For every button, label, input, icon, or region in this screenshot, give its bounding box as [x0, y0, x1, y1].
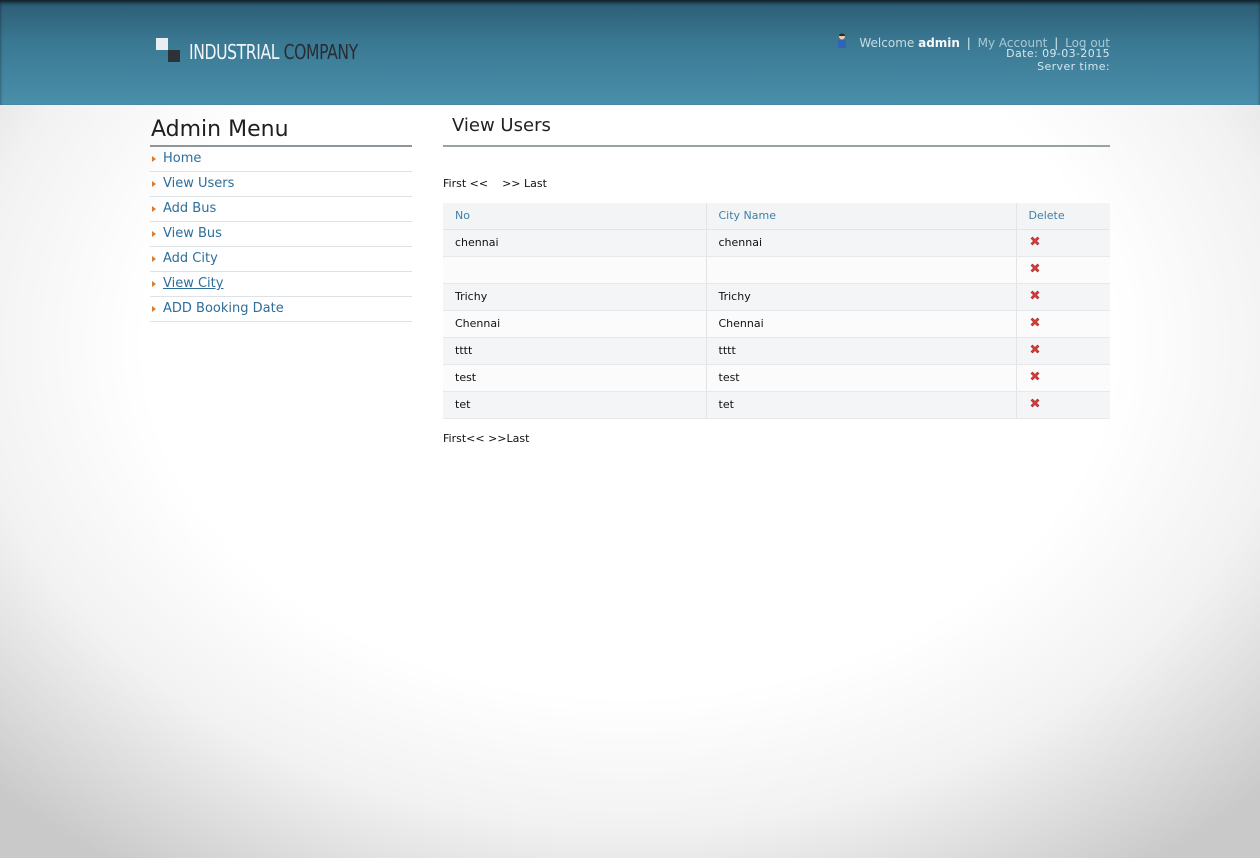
- admin-menu: Home View Users Add Bus View Bus Add Cit…: [150, 147, 412, 322]
- cell-delete: [1016, 283, 1110, 311]
- column-header-city-name[interactable]: City Name: [706, 203, 1017, 230]
- cell-delete: [1016, 256, 1110, 284]
- column-header-no[interactable]: No: [443, 203, 707, 230]
- main-content: View Users First << >> Last No City Name …: [443, 115, 1110, 445]
- sidebar-item-add-booking-date: ADD Booking Date: [150, 297, 412, 322]
- cell-no: [443, 256, 707, 284]
- sidebar-link-add-booking-date[interactable]: ADD Booking Date: [163, 301, 284, 316]
- sidebar-link-add-city[interactable]: Add City: [163, 251, 218, 266]
- header-banner: INDUSTRIAL COMPANY Welcome admin | My Ac…: [0, 0, 1260, 105]
- cell-city-name: [706, 256, 1017, 284]
- pager-top: First << >> Last: [443, 177, 547, 190]
- delete-icon[interactable]: [1029, 370, 1041, 382]
- welcome-label: Welcome: [859, 36, 915, 50]
- cell-city-name: Chennai: [706, 310, 1017, 338]
- server-time-label: Server time:: [1037, 60, 1110, 73]
- sidebar-item-view-city: View City: [150, 272, 412, 297]
- arrow-right-icon: [152, 231, 156, 237]
- arrow-right-icon: [152, 181, 156, 187]
- logo-text: INDUSTRIAL COMPANY: [189, 40, 358, 64]
- pager-bottom: First<< >>Last: [443, 432, 529, 445]
- table-row: [443, 256, 1110, 284]
- logo-mark-icon: [154, 38, 182, 64]
- sidebar-item-add-bus: Add Bus: [150, 197, 412, 222]
- sidebar-item-home: Home: [150, 147, 412, 172]
- sidebar-link-view-city[interactable]: View City: [163, 276, 223, 291]
- cell-delete: [1016, 310, 1110, 338]
- sidebar-title: Admin Menu: [150, 117, 412, 147]
- page-title: View Users: [443, 115, 1110, 147]
- pager-last-link[interactable]: >>Last: [488, 432, 529, 445]
- cell-no: tttt: [443, 337, 707, 365]
- date-label: Date: 09-03-2015: [1006, 47, 1110, 60]
- username: admin: [918, 36, 960, 50]
- pager-first-link[interactable]: First <<: [443, 177, 488, 190]
- arrow-right-icon: [152, 306, 156, 312]
- sidebar-link-add-bus[interactable]: Add Bus: [163, 201, 216, 216]
- pager-first-link[interactable]: First<<: [443, 432, 485, 445]
- cell-city-name: tet: [706, 391, 1017, 419]
- cell-city-name: test: [706, 364, 1017, 392]
- delete-icon[interactable]: [1029, 397, 1041, 409]
- delete-icon[interactable]: [1029, 343, 1041, 355]
- cell-no: Trichy: [443, 283, 707, 311]
- logo-word-company: COMPANY: [283, 40, 359, 64]
- table-row: tttt tttt: [443, 337, 1110, 365]
- user-icon: [836, 33, 848, 48]
- sidebar-link-view-bus[interactable]: View Bus: [163, 226, 222, 241]
- sidebar-item-view-users: View Users: [150, 172, 412, 197]
- city-table: No City Name Delete chennai chennai Trichy…: [443, 203, 1110, 419]
- admin-sidebar: Admin Menu Home View Users Add Bus View …: [150, 117, 412, 322]
- cell-city-name: Trichy: [706, 283, 1017, 311]
- cell-delete: [1016, 391, 1110, 419]
- delete-icon[interactable]: [1029, 316, 1041, 328]
- table-header-row: No City Name Delete: [443, 203, 1110, 230]
- arrow-right-icon: [152, 156, 156, 162]
- sidebar-link-view-users[interactable]: View Users: [163, 176, 234, 191]
- cell-no: test: [443, 364, 707, 392]
- delete-icon[interactable]: [1029, 289, 1041, 301]
- logo-word-industrial: INDUSTRIAL: [189, 40, 280, 64]
- cell-no: chennai: [443, 229, 707, 257]
- table-row: Trichy Trichy: [443, 283, 1110, 311]
- table-row: Chennai Chennai: [443, 310, 1110, 338]
- table-row: tet tet: [443, 391, 1110, 419]
- table-row: chennai chennai: [443, 229, 1110, 257]
- sidebar-item-add-city: Add City: [150, 247, 412, 272]
- separator: |: [966, 36, 971, 50]
- cell-city-name: chennai: [706, 229, 1017, 257]
- cell-no: tet: [443, 391, 707, 419]
- cell-delete: [1016, 229, 1110, 257]
- cell-no: Chennai: [443, 310, 707, 338]
- delete-icon[interactable]: [1029, 262, 1041, 274]
- arrow-right-icon: [152, 281, 156, 287]
- sidebar-link-home[interactable]: Home: [163, 151, 201, 166]
- table-row: test test: [443, 364, 1110, 392]
- delete-icon[interactable]: [1029, 235, 1041, 247]
- cell-delete: [1016, 337, 1110, 365]
- sidebar-item-view-bus: View Bus: [150, 222, 412, 247]
- pager-last-link[interactable]: >> Last: [502, 177, 547, 190]
- cell-city-name: tttt: [706, 337, 1017, 365]
- arrow-right-icon: [152, 206, 156, 212]
- cell-delete: [1016, 364, 1110, 392]
- arrow-right-icon: [152, 256, 156, 262]
- table-body: chennai chennai Trichy Trichy Chennai Chennai…: [443, 229, 1110, 419]
- column-header-delete: Delete: [1016, 203, 1110, 230]
